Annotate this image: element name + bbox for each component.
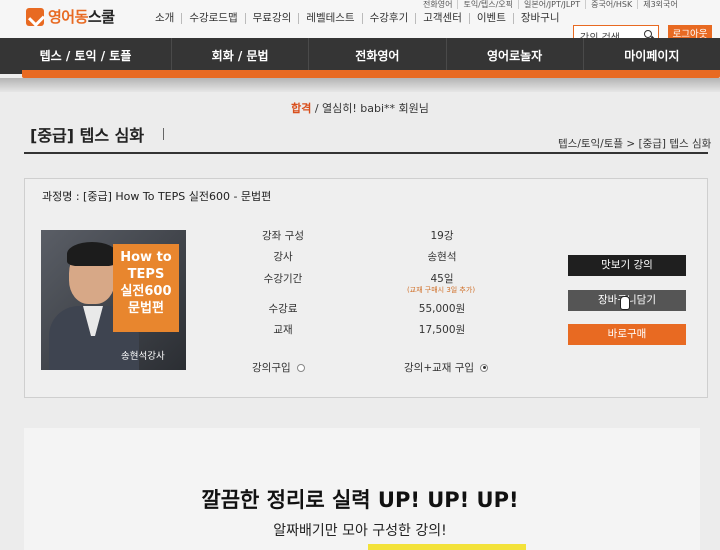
search-icon[interactable] xyxy=(644,30,652,38)
instructor-caption: 송현석강사 xyxy=(121,351,165,362)
nav-item-phone-english[interactable]: 전화영어 xyxy=(309,38,447,74)
title-separator xyxy=(163,128,164,140)
welcome-text: / 열심히! babi** 회원님 xyxy=(314,102,429,115)
util-nav-support[interactable]: 고객센터 xyxy=(416,13,470,24)
main-nav: 텝스 / 토익 / 토플 회화 / 문법 전화영어 영어로놀자 마이페이지 xyxy=(0,38,720,74)
util-nav-events[interactable]: 이벤트 xyxy=(470,13,514,24)
radio-lecture-only[interactable] xyxy=(296,363,305,372)
site-logo[interactable]: 영어동스쿨 xyxy=(26,6,115,27)
course-thumbnail: How to TEPS 실전600 문법편 송현석강사 xyxy=(41,230,186,370)
util-nav-reviews[interactable]: 수강후기 xyxy=(363,13,417,24)
sub-nav-item-japanese[interactable]: 일본어/JPT/JLPT xyxy=(519,0,587,9)
logo-check-icon xyxy=(26,7,44,26)
nav-item-teps-toeic-toefl[interactable]: 텝스 / 토익 / 토플 xyxy=(0,38,172,74)
nav-item-conversation-grammar[interactable]: 회화 / 문법 xyxy=(172,38,310,74)
promo-highlight xyxy=(368,544,526,550)
course-name: 과정명 : [중급] How To TEPS 실전600 - 문법편 xyxy=(42,190,272,203)
promo-subline: 알짜배기만 모아 구성한 강의! xyxy=(273,523,447,539)
nav-accent-bar xyxy=(22,70,720,78)
util-nav-cart[interactable]: 장바구니 xyxy=(514,13,567,24)
nav-shadow xyxy=(0,78,720,92)
course-thumbnail-badge: How to TEPS 실전600 문법편 xyxy=(113,244,179,332)
breadcrumb[interactable]: 텝스/토익/토플 > [중급] 텝스 심화 xyxy=(558,136,711,151)
preview-lecture-button[interactable]: 맛보기 강의 xyxy=(568,255,686,276)
page-title: [중급] 텝스 심화 xyxy=(30,126,145,145)
logo-text: 영어동스쿨 xyxy=(48,8,115,26)
period-note: (교재 구매시 3일 추가) xyxy=(406,286,476,294)
option-lecture-only[interactable]: 강의구입 xyxy=(252,360,305,375)
sub-nav-item-toeic[interactable]: 토익/텝스/오픽 xyxy=(458,0,520,9)
util-nav-roadmap[interactable]: 수강로드맵 xyxy=(182,13,246,24)
option-lecture-textbook[interactable]: 강의+교재 구입 xyxy=(404,360,489,375)
util-nav-free-lectures[interactable]: 무료강의 xyxy=(246,13,300,24)
sub-nav-item-phone[interactable]: 전화영어 xyxy=(418,0,459,9)
nav-item-play-english[interactable]: 영어로놀자 xyxy=(447,38,584,74)
utility-nav: 소개 수강로드맵 무료강의 레벨테스트 수강후기 고객센터 이벤트 장바구니 xyxy=(148,13,567,24)
sub-nav: 전화영어 토익/텝스/오픽 일본어/JPT/JLPT 중국어/HSK 제3외국어 xyxy=(418,0,683,9)
sub-nav-item-chinese[interactable]: 중국어/HSK xyxy=(586,0,639,9)
welcome-pass-word: 합격 xyxy=(291,102,312,115)
welcome-message: 합격 / 열심히! babi** 회원님 xyxy=(0,100,720,116)
sub-nav-item-other[interactable]: 제3외국어 xyxy=(638,0,683,9)
nav-item-my-page[interactable]: 마이페이지 xyxy=(584,38,720,74)
util-nav-about[interactable]: 소개 xyxy=(148,13,183,24)
title-divider xyxy=(24,152,708,154)
promo-headline: 깔끔한 정리로 실력 UP! UP! UP! xyxy=(201,488,519,512)
buy-now-button[interactable]: 바로구매 xyxy=(568,324,686,345)
hand-cursor-icon xyxy=(620,296,630,310)
util-nav-level-test[interactable]: 레벨테스트 xyxy=(299,13,363,24)
radio-lecture-textbook[interactable] xyxy=(480,363,489,372)
